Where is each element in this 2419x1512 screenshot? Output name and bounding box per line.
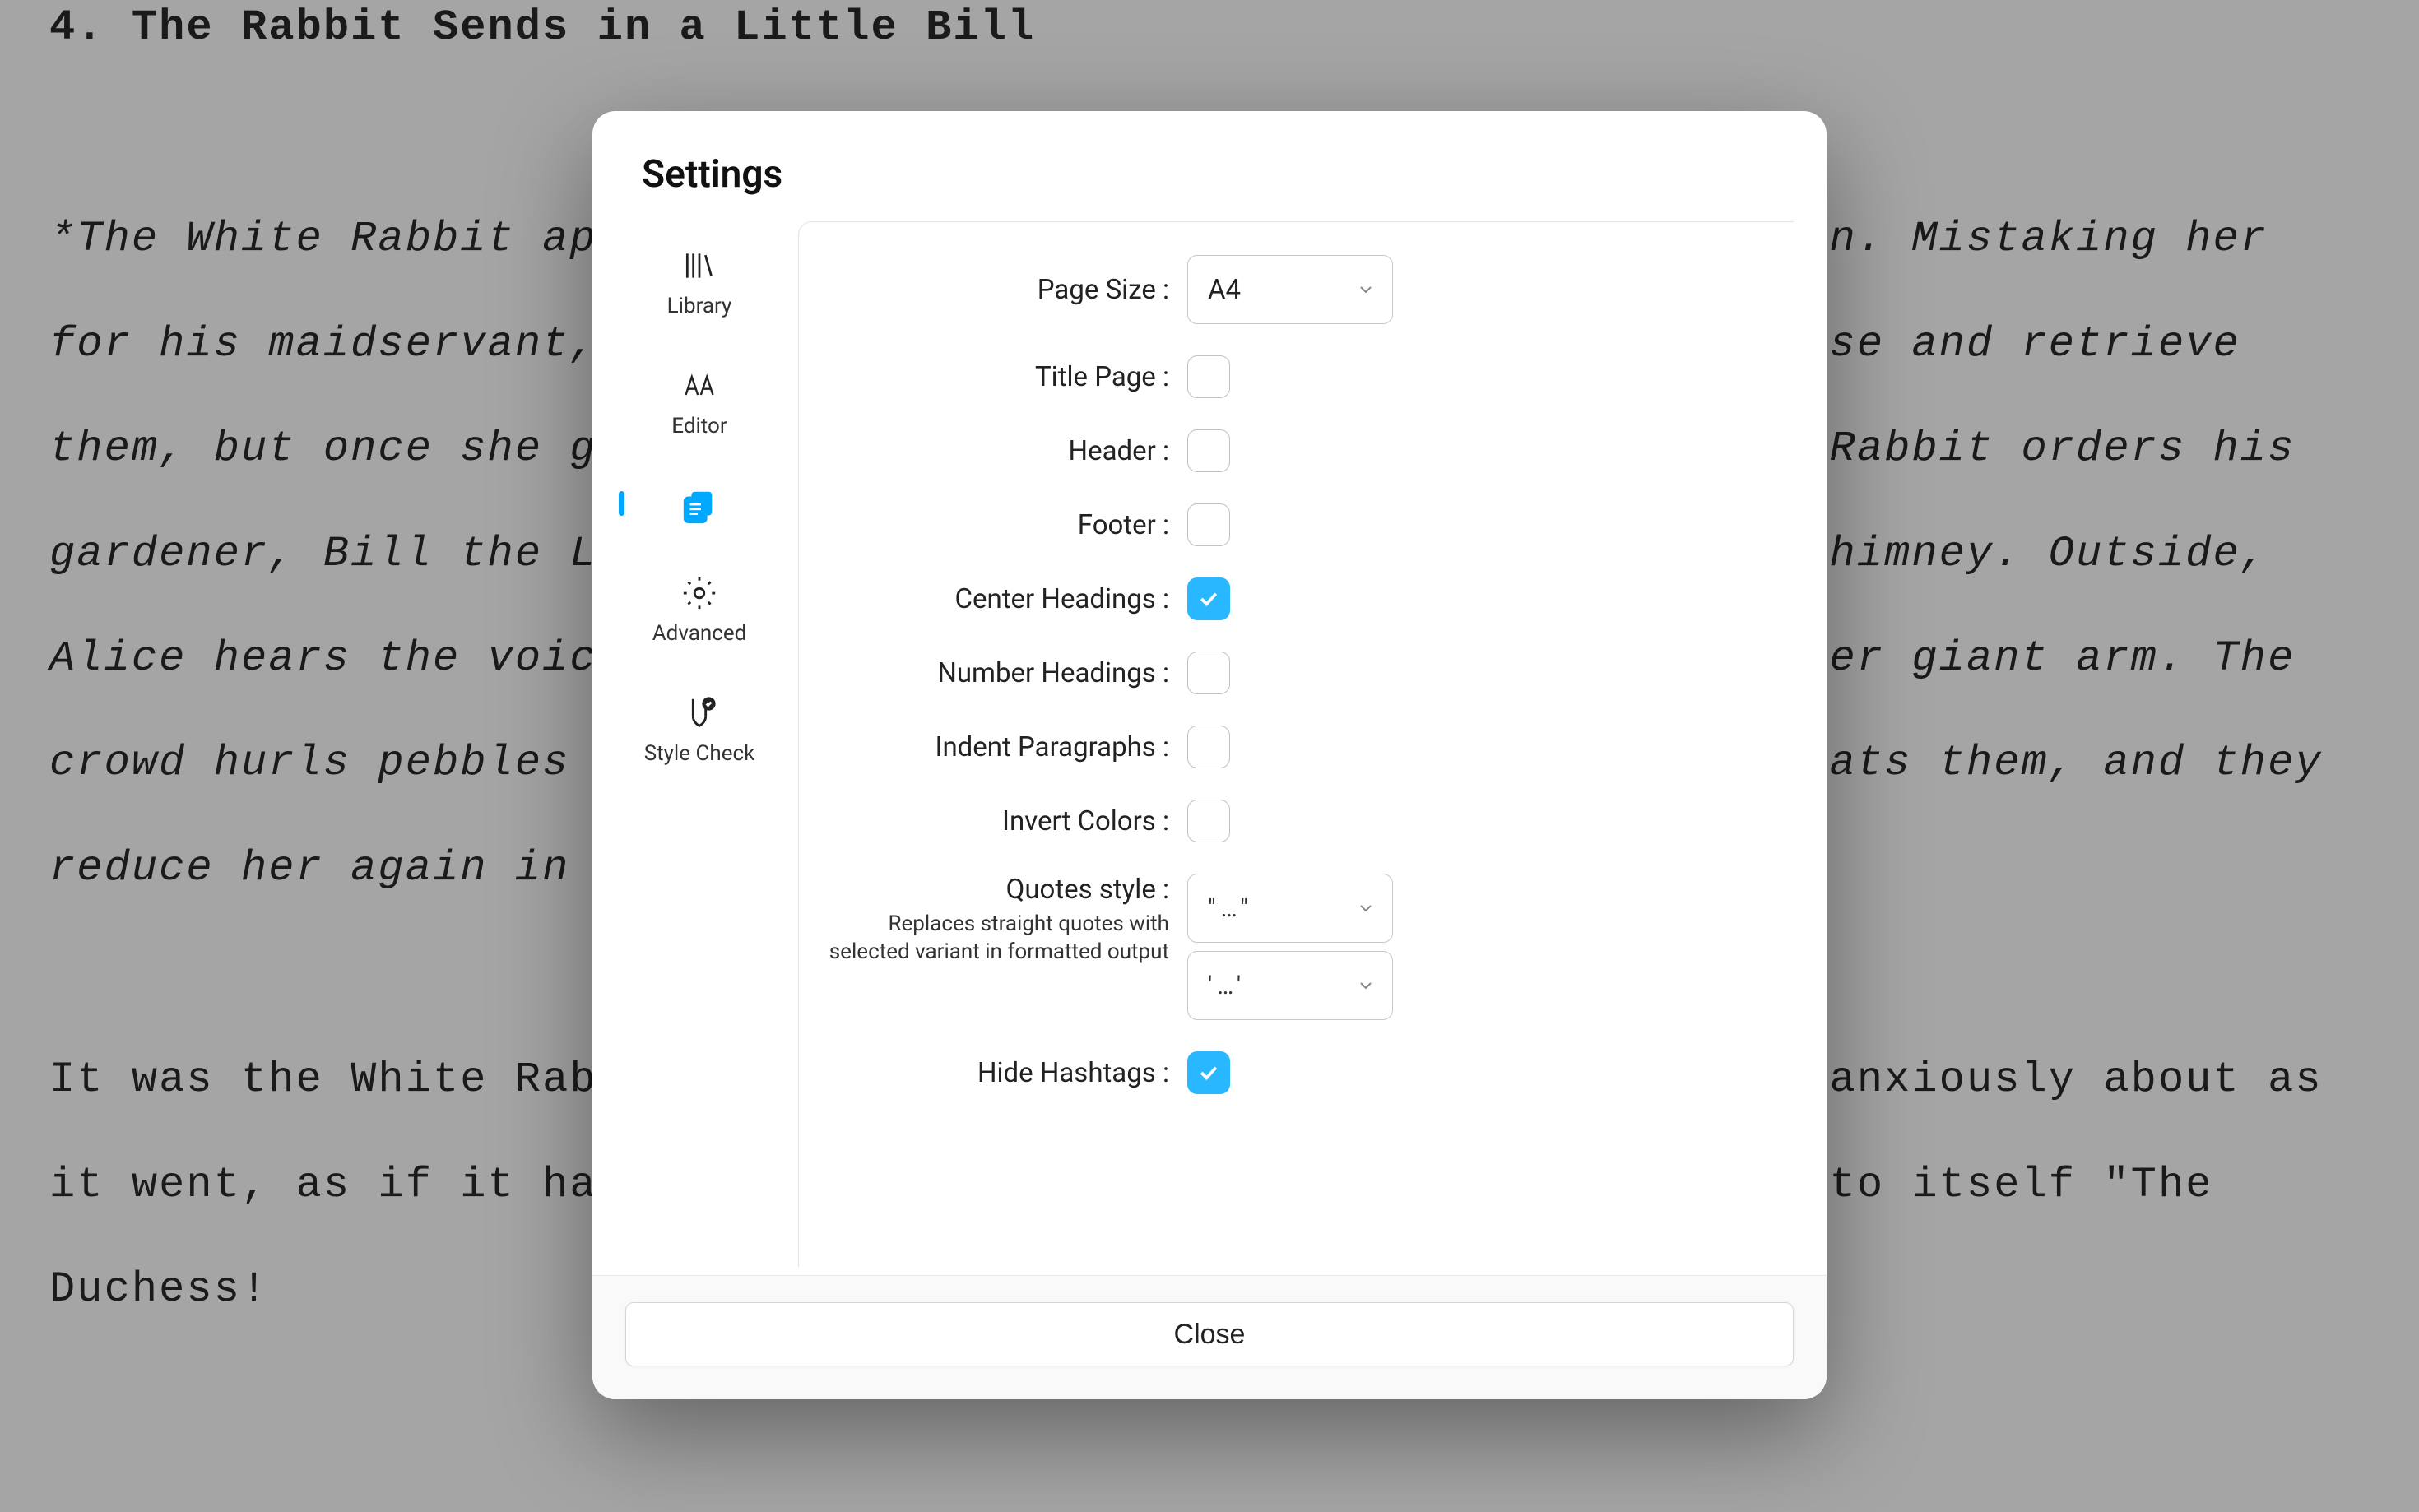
- quotes-double-select[interactable]: "…": [1187, 874, 1393, 943]
- chevron-down-icon: [1356, 280, 1376, 299]
- hide-hashtags-checkbox[interactable]: [1187, 1051, 1230, 1094]
- invert-colors-label: Invert Colors :: [824, 805, 1169, 837]
- page-size-label: Page Size :: [824, 274, 1169, 306]
- quotes-single-select[interactable]: '…': [1187, 951, 1393, 1020]
- footer-checkbox[interactable]: [1187, 503, 1230, 546]
- style-check-icon: [680, 693, 719, 733]
- header-label: Header :: [824, 435, 1169, 467]
- center-headings-checkbox[interactable]: [1187, 577, 1230, 620]
- page-size-value: A4: [1208, 274, 1241, 306]
- quotes-single-value: '…': [1208, 972, 1246, 1000]
- setting-header: Header :: [824, 429, 1744, 472]
- sidebar-item-editor[interactable]: Editor: [625, 361, 773, 443]
- setting-indent-paragraphs: Indent Paragraphs :: [824, 726, 1744, 768]
- setting-title-page: Title Page :: [824, 355, 1744, 398]
- dialog-title: Settings: [642, 152, 1777, 197]
- chevron-down-icon: [1356, 898, 1376, 918]
- setting-invert-colors: Invert Colors :: [824, 800, 1744, 842]
- modal-overlay: Settings Library: [0, 0, 2419, 1512]
- dialog-footer: Close: [592, 1275, 1827, 1399]
- editor-icon: [680, 366, 719, 406]
- hide-hashtags-label: Hide Hashtags :: [824, 1057, 1169, 1089]
- quotes-style-label: Quotes style :: [824, 874, 1169, 906]
- sidebar-item-pages[interactable]: Pages: [625, 481, 773, 531]
- center-headings-label: Center Headings :: [824, 583, 1169, 615]
- setting-hide-hashtags: Hide Hashtags :: [824, 1051, 1744, 1094]
- setting-quotes-style: Quotes style : Replaces straight quotes …: [824, 874, 1744, 1020]
- setting-number-headings: Number Headings :: [824, 652, 1744, 694]
- number-headings-checkbox[interactable]: [1187, 652, 1230, 694]
- sidebar-item-style-check[interactable]: Style Check: [625, 689, 773, 771]
- gear-icon: [680, 573, 719, 613]
- dialog-header: Settings: [592, 111, 1827, 221]
- indent-paragraphs-label: Indent Paragraphs :: [824, 731, 1169, 763]
- invert-colors-checkbox[interactable]: [1187, 800, 1230, 842]
- sidebar-label-editor: Editor: [671, 414, 727, 438]
- number-headings-label: Number Headings :: [824, 657, 1169, 689]
- settings-dialog: Settings Library: [592, 111, 1827, 1399]
- sidebar-item-library[interactable]: Library: [625, 241, 773, 323]
- sidebar-item-advanced[interactable]: Advanced: [625, 568, 773, 651]
- quotes-double-value: "…": [1208, 894, 1253, 923]
- quotes-style-sublabel: Replaces straight quotes with selected v…: [824, 911, 1169, 967]
- sidebar-label-style-check: Style Check: [644, 741, 755, 766]
- page-size-select[interactable]: A4: [1187, 255, 1393, 324]
- sidebar-label-library: Library: [667, 294, 732, 318]
- title-page-label: Title Page :: [824, 361, 1169, 393]
- setting-page-size: Page Size : A4: [824, 255, 1744, 324]
- header-checkbox[interactable]: [1187, 429, 1230, 472]
- settings-content: Page Size : A4 Title Page :: [798, 221, 1794, 1267]
- chevron-down-icon: [1356, 976, 1376, 995]
- settings-sidebar: Library Editor: [625, 221, 773, 1267]
- close-button[interactable]: Close: [625, 1302, 1794, 1366]
- dialog-body: Library Editor: [592, 221, 1827, 1275]
- setting-footer: Footer :: [824, 503, 1744, 546]
- setting-center-headings: Center Headings :: [824, 577, 1744, 620]
- pages-icon: [680, 486, 719, 526]
- title-page-checkbox[interactable]: [1187, 355, 1230, 398]
- footer-label: Footer :: [824, 509, 1169, 541]
- library-icon: [680, 246, 719, 285]
- sidebar-label-advanced: Advanced: [652, 621, 747, 646]
- indent-paragraphs-checkbox[interactable]: [1187, 726, 1230, 768]
